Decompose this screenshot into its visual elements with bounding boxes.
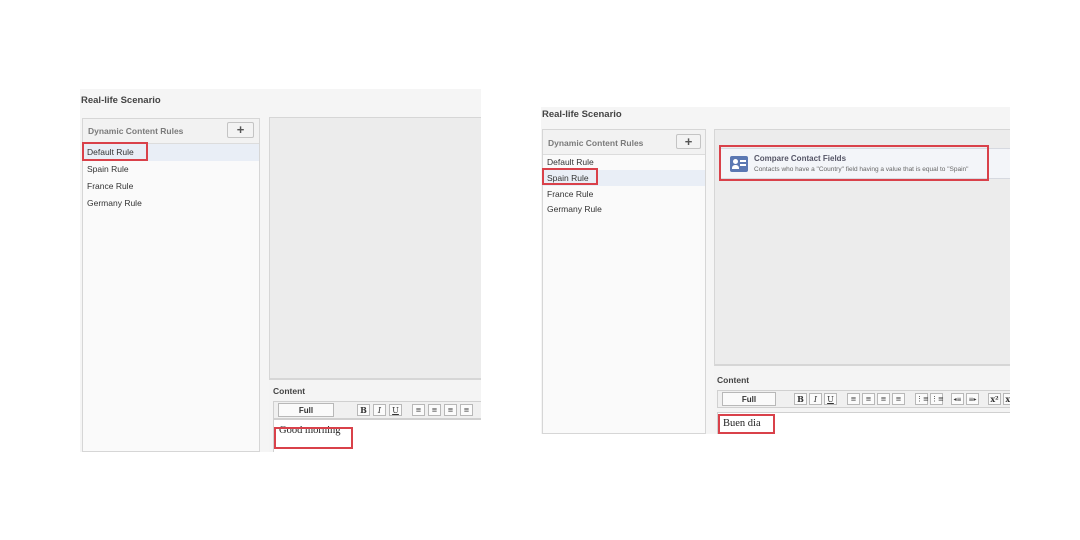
- plus-icon: +: [684, 134, 693, 149]
- content-editor[interactable]: Good morning: [273, 419, 481, 452]
- rule-item-label: Spain Rule: [87, 164, 129, 174]
- numbered-list-icon[interactable]: ⋮≡: [915, 393, 929, 405]
- add-rule-button[interactable]: +: [676, 134, 701, 149]
- rule-item-spain[interactable]: Spain Rule: [83, 161, 259, 178]
- rule-item-label: Germany Rule: [87, 198, 142, 208]
- rule-item-label: Spain Rule: [547, 173, 589, 183]
- page-title: Real-life Scenario: [542, 109, 622, 120]
- subscript-button[interactable]: x₂: [1003, 393, 1010, 405]
- conditions-area: Compare Contact Fields Contacts who have…: [714, 129, 1010, 365]
- contact-card-icon: [730, 156, 748, 172]
- editor-toolbar: Full B I U ≡ ≡ ≡ ≡: [273, 401, 481, 419]
- superscript-button[interactable]: x²: [988, 393, 1001, 405]
- align-justify-icon[interactable]: ≡: [460, 404, 473, 416]
- rule-item-label: France Rule: [547, 189, 594, 199]
- italic-button[interactable]: I: [373, 404, 386, 416]
- align-center-icon[interactable]: ≡: [428, 404, 441, 416]
- italic-button[interactable]: I: [809, 393, 822, 405]
- conditions-area: [269, 117, 481, 379]
- rule-item-default[interactable]: Default Rule: [543, 154, 705, 170]
- condition-card[interactable]: Compare Contact Fields Contacts who have…: [720, 148, 1010, 179]
- align-left-icon[interactable]: ≡: [412, 404, 425, 416]
- rules-header: Dynamic Content Rules +: [543, 130, 705, 155]
- bullet-list-icon[interactable]: ⋮≡: [930, 393, 944, 405]
- indent-icon[interactable]: ≡▸: [966, 393, 979, 405]
- rules-header-label: Dynamic Content Rules: [88, 126, 184, 136]
- right-screenshot: Real-life Scenario Dynamic Content Rules…: [541, 107, 1010, 434]
- rule-item-france[interactable]: France Rule: [543, 186, 705, 202]
- rule-item-label: Default Rule: [547, 157, 594, 167]
- bold-button[interactable]: B: [794, 393, 807, 405]
- content-label: Content: [717, 375, 750, 385]
- editor-text: Buen dia: [723, 418, 761, 429]
- rule-item-label: Default Rule: [87, 147, 134, 157]
- bold-button[interactable]: B: [357, 404, 370, 416]
- add-rule-button[interactable]: +: [227, 122, 254, 138]
- content-editor[interactable]: Buen dia: [717, 412, 1010, 434]
- condition-title: Compare Contact Fields: [754, 154, 847, 163]
- content-label: Content: [273, 386, 306, 396]
- rule-item-germany[interactable]: Germany Rule: [543, 201, 705, 217]
- rule-item-france[interactable]: France Rule: [83, 178, 259, 195]
- rule-item-germany[interactable]: Germany Rule: [83, 195, 259, 212]
- underline-button[interactable]: U: [824, 393, 837, 405]
- align-center-icon[interactable]: ≡: [862, 393, 875, 405]
- page-title: Real-life Scenario: [81, 95, 161, 106]
- align-right-icon[interactable]: ≡: [444, 404, 457, 416]
- editor-toolbar: Full B I U ≡ ≡ ≡ ≡ ⋮≡ ⋮≡ ◂≡ ≡▸ x² x₂: [717, 390, 1010, 408]
- underline-button[interactable]: U: [389, 404, 402, 416]
- full-toolbar-button[interactable]: Full: [278, 403, 334, 417]
- rules-sidebar: Dynamic Content Rules + Default Rule Spa…: [82, 118, 260, 452]
- full-toolbar-button[interactable]: Full: [722, 392, 776, 406]
- left-screenshot: Real-life Scenario Dynamic Content Rules…: [80, 89, 481, 452]
- condition-description: Contacts who have a "Country" field havi…: [754, 166, 969, 173]
- rules-sidebar: Dynamic Content Rules + Default Rule Spa…: [542, 129, 706, 434]
- outdent-icon[interactable]: ◂≡: [951, 393, 964, 405]
- rule-item-label: Germany Rule: [547, 204, 602, 214]
- rule-item-spain[interactable]: Spain Rule: [543, 170, 705, 186]
- content-section: Content Full B I U ≡ ≡ ≡ ≡ ⋮≡ ⋮≡ ◂≡ ≡▸ x…: [714, 365, 1010, 434]
- rule-item-label: France Rule: [87, 181, 134, 191]
- editor-text: Good morning: [279, 425, 341, 436]
- align-left-icon[interactable]: ≡: [847, 393, 860, 405]
- content-section: Content Full B I U ≡ ≡ ≡ ≡ Good morning: [269, 379, 481, 452]
- rules-header-label: Dynamic Content Rules: [548, 138, 644, 148]
- align-justify-icon[interactable]: ≡: [892, 393, 905, 405]
- plus-icon: +: [236, 122, 245, 137]
- rule-item-default[interactable]: Default Rule: [83, 144, 259, 161]
- align-right-icon[interactable]: ≡: [877, 393, 890, 405]
- rules-header: Dynamic Content Rules +: [83, 119, 259, 144]
